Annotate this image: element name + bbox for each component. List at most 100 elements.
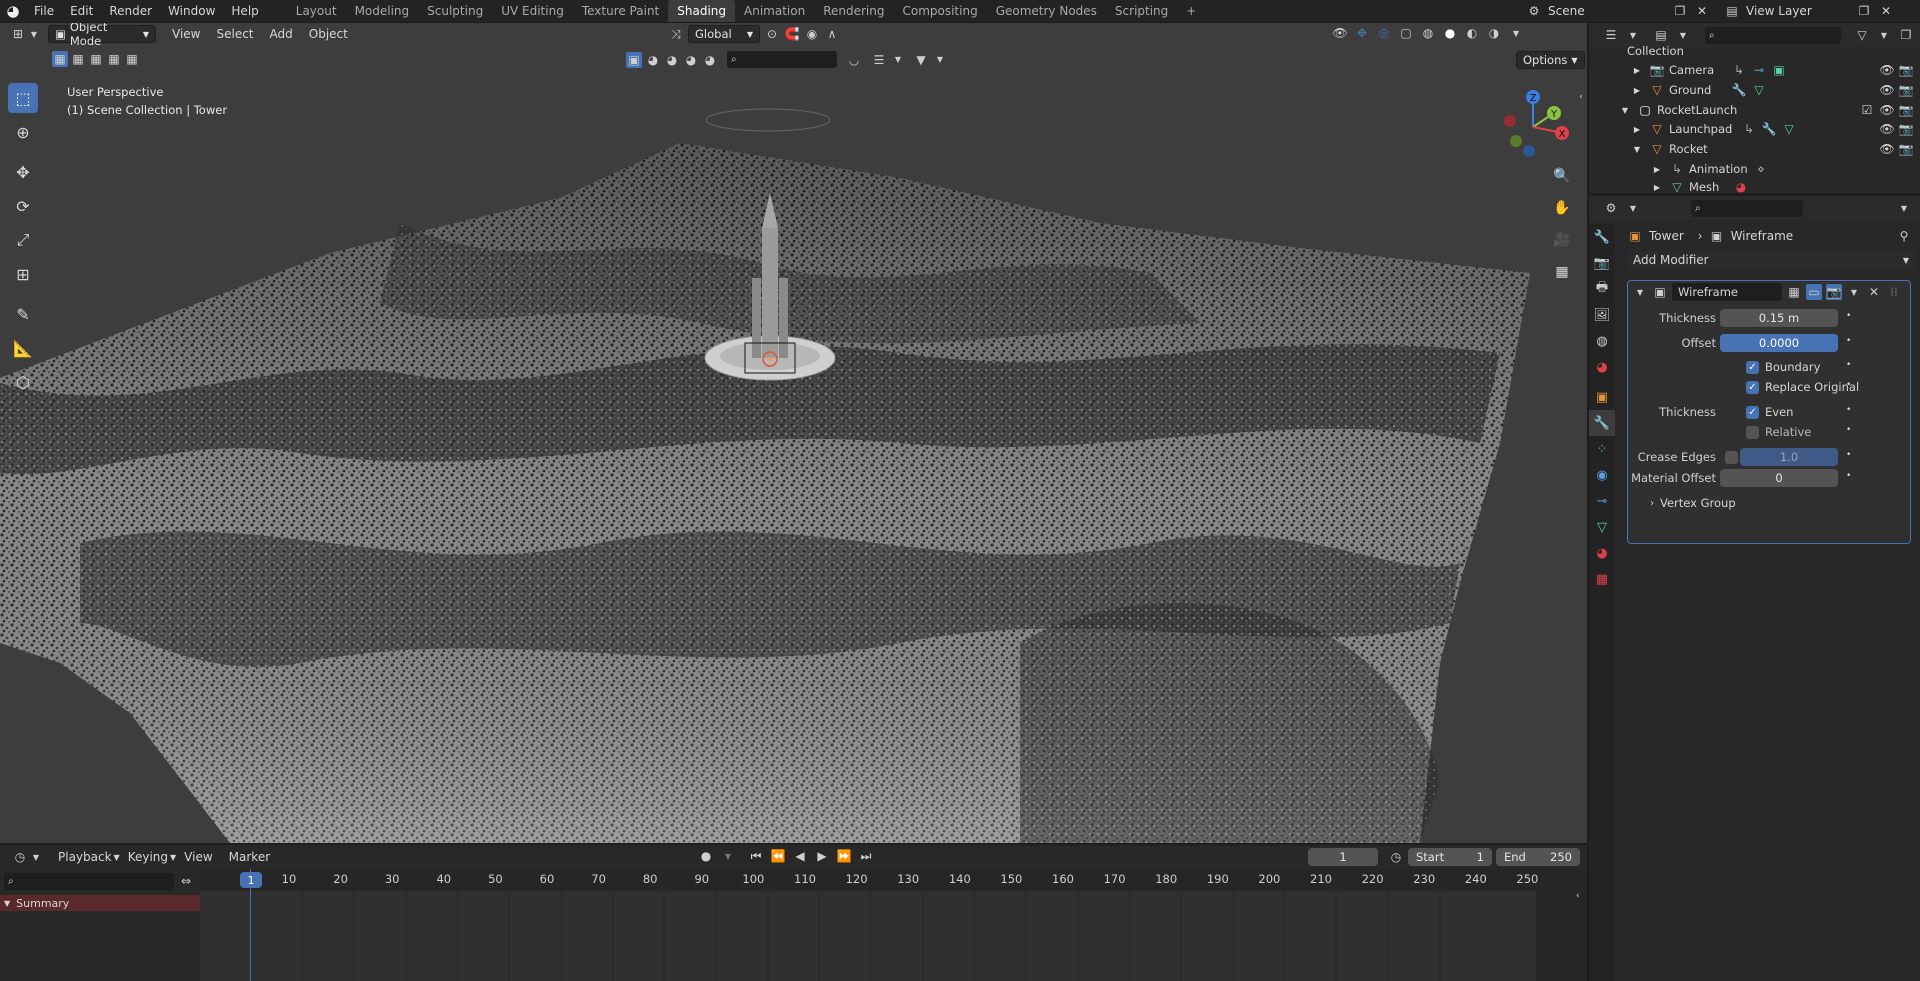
ortho-grid-icon[interactable]: ▦ [1549,259,1575,285]
light-icon[interactable]: ◕ [702,52,718,68]
collapse-arrow-icon[interactable]: ▼ [4,899,10,908]
outliner-row-mesh[interactable]: ▶ ▽ Mesh ◕ [1589,177,1920,193]
timeline-editor-icon[interactable]: ◷ [12,849,28,865]
world-tab-icon[interactable]: ◕ [1589,354,1615,380]
render-camera-icon[interactable]: 📷 [1898,62,1914,78]
select-new-icon[interactable]: ▦ [52,51,68,67]
menu-view[interactable]: View [164,27,208,41]
visibility-icon[interactable]: 👁 [1332,25,1348,41]
gizmo-neg-z[interactable] [1523,145,1535,157]
eye-icon[interactable]: 👁 [1879,82,1895,98]
even-checkbox[interactable]: ✓ Even [1746,405,1793,419]
object-tab-icon[interactable]: ▣ [1589,384,1615,410]
select-extend-icon[interactable]: ▦ [70,51,86,67]
gizmo-neg-x[interactable] [1504,115,1516,127]
tab-sculpting[interactable]: Sculpting [418,0,492,22]
tool-tab-icon[interactable]: 🔧 [1589,224,1615,250]
data-tab-icon[interactable]: ▽ [1589,514,1615,540]
offset-field[interactable]: 0.0000 [1720,334,1838,352]
properties-editor-icon[interactable]: ⚙ [1603,200,1619,216]
menu-edit[interactable]: Edit [62,0,101,22]
expand-arrow-icon[interactable]: ▶ [1649,161,1665,177]
render-camera-icon[interactable]: 📷 [1898,102,1914,118]
select-invert-icon[interactable]: ▦ [106,51,122,67]
rotate-tool-icon[interactable]: ⟳ [8,191,38,221]
sort-icon[interactable]: ☰ [871,52,887,68]
menu-marker[interactable]: Marker [221,850,278,864]
current-frame-field[interactable]: 1 [1308,848,1378,866]
timeline-frame-area[interactable]: 1 10 20 30 40 50 60 70 80 90 100 110 120 130 140 150 16… [200,869,1587,981]
render-tab-icon[interactable]: 📷 [1589,250,1615,276]
outliner-row-rocket[interactable]: ▼ ▽ Rocket 👁 📷 [1589,139,1920,159]
rendered-shading-icon[interactable]: ◑ [1486,25,1502,41]
close-icon[interactable]: ✕ [1866,284,1882,300]
boundary-checkbox[interactable]: ✓ Boundary [1746,360,1820,374]
tab-modeling[interactable]: Modeling [346,0,419,22]
new-scene-icon[interactable]: ❐ [1672,3,1688,19]
next-keyframe-icon[interactable]: ⏩ [836,848,852,864]
keyframe-dot-icon[interactable]: • [1846,380,1851,390]
crease-edges-checkbox[interactable] [1725,451,1738,464]
render-camera-icon[interactable]: 📷 [1898,121,1914,137]
tab-scripting[interactable]: Scripting [1106,0,1177,22]
gizmo-neg-y[interactable] [1510,135,1522,147]
annotate-tool-icon[interactable]: ✎ [8,299,38,329]
tab-geometry-nodes[interactable]: Geometry Nodes [987,0,1106,22]
play-reverse-icon[interactable]: ◀ [792,848,808,864]
output-tab-icon[interactable]: 🖶 [1589,276,1615,302]
new-view-layer-icon[interactable]: ❐ [1856,3,1872,19]
menu-file[interactable]: File [26,0,62,22]
keyframe-dot-icon[interactable]: • [1846,311,1851,321]
jump-end-icon[interactable]: ⏭ [858,848,874,864]
collapse-arrow-icon[interactable]: ▼ [1629,141,1645,157]
menu-view[interactable]: View [176,850,220,864]
chevron-down-icon[interactable]: ▼ [1625,200,1641,216]
transform-orientation-select[interactable]: Global ▼ [688,25,760,43]
chevron-down-icon[interactable]: ▼ [1508,25,1524,41]
viewport-display-toggle-icon[interactable]: ▭ [1806,284,1822,300]
view-layer-tab-icon[interactable]: 🖼 [1589,302,1615,328]
expand-arrow-icon[interactable]: ▶ [1629,82,1645,98]
keyframe-dot-icon[interactable]: • [1846,471,1851,481]
eye-icon[interactable]: 👁 [1879,141,1895,157]
snap-icon[interactable]: 🧲 [784,26,800,42]
xray-icon[interactable]: ▢ [1398,25,1414,41]
overlay-toggle-icon[interactable]: ◎ [1376,25,1392,41]
pivot-icon[interactable]: ⊙ [764,26,780,42]
checkbox-icon[interactable]: ☑ [1859,102,1875,118]
move-tool-icon[interactable]: ✥ [8,157,38,187]
material-shading-icon[interactable]: ◐ [1464,25,1480,41]
modifier-tab-icon[interactable]: 🔧 [1589,410,1615,436]
view-layer-icon[interactable]: ▤ [1724,3,1740,19]
view-layer-name[interactable]: View Layer [1746,4,1850,18]
keyframe-dot-icon[interactable]: • [1846,450,1851,460]
replace-original-checkbox[interactable]: ✓ Replace Original [1746,380,1859,394]
chevron-down-icon[interactable]: ▼ [720,848,736,864]
transform-tool-icon[interactable]: ⊞ [8,259,38,289]
expand-arrow-icon[interactable]: ▶ [1629,62,1645,78]
sidebar-toggle-icon[interactable]: ‹ [1573,89,1587,105]
end-frame-field[interactable]: End 250 [1496,848,1580,866]
outliner-row-collection[interactable]: Collection [1589,41,1920,61]
menu-window[interactable]: Window [160,0,223,22]
modifier-name-field[interactable]: Wireframe [1672,283,1782,301]
delete-scene-icon[interactable]: ✕ [1694,3,1710,19]
add-workspace-icon[interactable]: + [1177,0,1205,22]
collapse-arrow-icon[interactable]: ▼ [1632,284,1648,300]
properties-search-input[interactable]: ⌕ [1691,199,1803,217]
select-subtract-icon[interactable]: ▦ [88,51,104,67]
relative-checkbox[interactable]: Relative [1746,425,1811,439]
tab-rendering[interactable]: Rendering [814,0,893,22]
3d-viewport[interactable]: ⊞ ▼ ▣ Object Mode ▼ View Select Add Obje… [0,23,1587,843]
keyframe-dot-icon[interactable]: • [1846,405,1851,415]
record-icon[interactable]: ● [698,848,714,864]
chevron-down-icon[interactable]: ▼ [932,52,948,68]
jump-start-icon[interactable]: ⏮ [748,848,764,864]
keyframe-dot-icon[interactable]: • [1846,360,1851,370]
texture-icon[interactable]: ◕ [683,52,699,68]
menu-render[interactable]: Render [101,0,160,22]
navigation-gizmo[interactable]: Z Y X [1496,83,1570,169]
options-button[interactable]: Options ▼ [1516,51,1585,69]
texture-tab-icon[interactable]: ▦ [1589,566,1615,592]
start-frame-field[interactable]: Start 1 [1408,848,1492,866]
